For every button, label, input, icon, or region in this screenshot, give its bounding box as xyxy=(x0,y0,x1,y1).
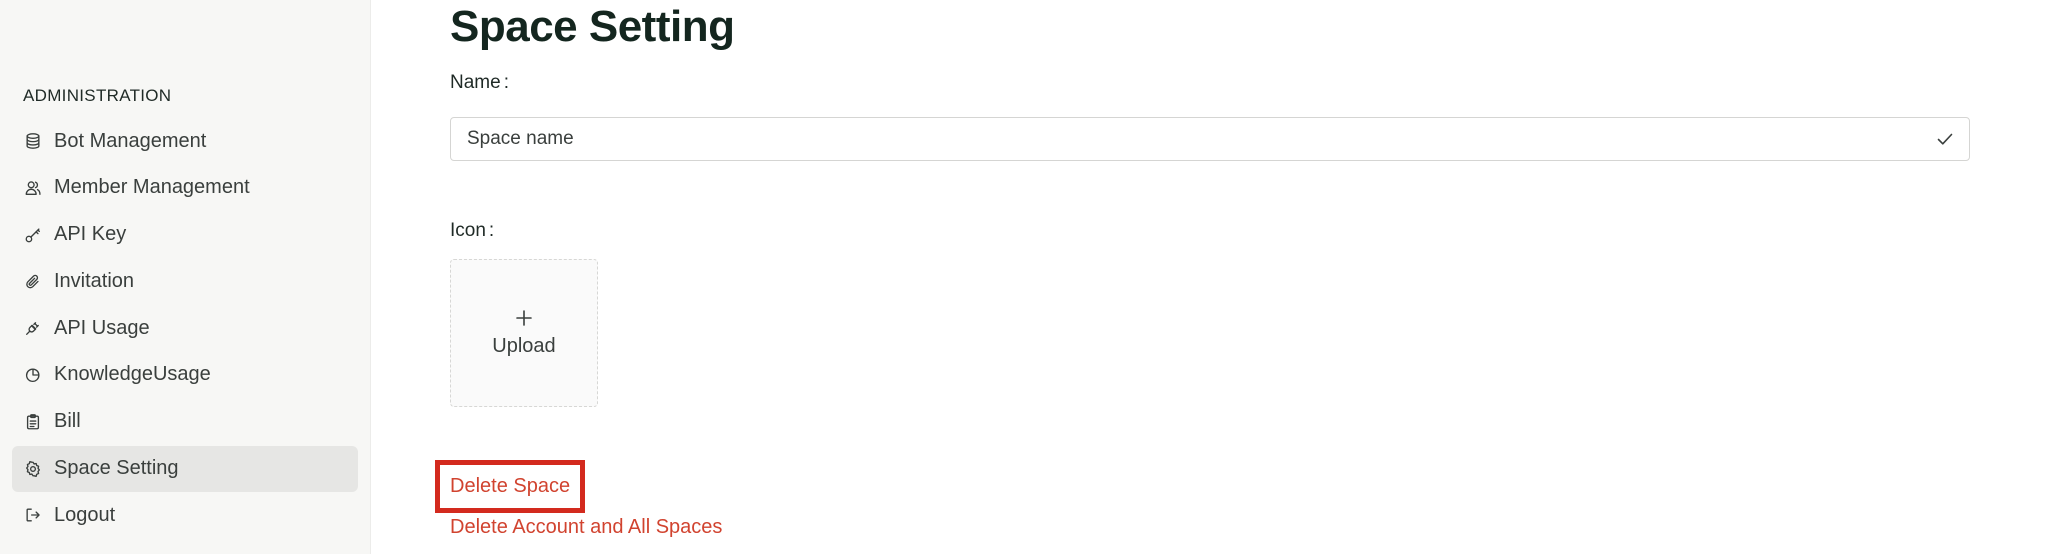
sidebar-item-logout[interactable]: Logout xyxy=(12,492,358,538)
sidebar-item-api-key[interactable]: API Key xyxy=(12,212,358,258)
app-window: ADMINISTRATION Bot Management Member Man… xyxy=(0,0,2048,554)
gear-icon xyxy=(23,459,43,479)
chart-circle-icon xyxy=(23,365,43,385)
sidebar-item-label: Invitation xyxy=(54,269,135,292)
check-icon[interactable] xyxy=(1935,129,1955,149)
sidebar-nav: Bot Management Member Management API Key… xyxy=(12,118,358,539)
sidebar-item-label: Member Management xyxy=(54,176,250,199)
sidebar-item-api-usage[interactable]: API Usage xyxy=(12,305,358,351)
space-name-input[interactable] xyxy=(467,118,1917,160)
sidebar-item-knowledge-usage[interactable]: KnowledgeUsage xyxy=(12,352,358,398)
sidebar-item-member-management[interactable]: Member Management xyxy=(12,165,358,211)
name-label-text: Name xyxy=(450,72,501,93)
key-icon xyxy=(23,225,43,245)
sidebar-item-bot-management[interactable]: Bot Management xyxy=(12,118,358,164)
plus-icon xyxy=(515,309,533,327)
sidebar: ADMINISTRATION Bot Management Member Man… xyxy=(0,0,371,554)
sidebar-item-label: API Key xyxy=(54,223,127,246)
database-icon xyxy=(23,131,43,151)
sidebar-item-label: Bot Management xyxy=(54,129,207,152)
name-label-colon: : xyxy=(503,72,509,93)
upload-label: Upload xyxy=(492,334,556,357)
sidebar-item-bill[interactable]: Bill xyxy=(12,399,358,445)
users-icon xyxy=(23,178,43,198)
sidebar-item-label: Bill xyxy=(54,410,81,433)
sidebar-item-label: Logout xyxy=(54,503,116,526)
sidebar-item-label: Space Setting xyxy=(54,457,179,480)
icon-label-colon: : xyxy=(488,220,495,241)
main-content: Space Setting Name: Icon: Upload Delete … xyxy=(450,0,1970,554)
name-field-label: Name: xyxy=(450,72,509,94)
sidebar-section-label: ADMINISTRATION xyxy=(23,86,172,105)
sidebar-item-label: KnowledgeUsage xyxy=(54,363,211,386)
sidebar-item-label: API Usage xyxy=(54,316,150,339)
logout-icon xyxy=(23,505,43,525)
page-title: Space Setting xyxy=(450,2,735,51)
clipboard-icon xyxy=(23,412,43,432)
paperclip-icon xyxy=(23,271,43,291)
name-field xyxy=(450,117,1970,161)
delete-account-link[interactable]: Delete Account and All Spaces xyxy=(450,516,722,539)
sidebar-item-space-setting[interactable]: Space Setting xyxy=(12,445,358,492)
icon-upload-button[interactable]: Upload xyxy=(450,259,598,407)
plug-icon xyxy=(23,318,43,338)
highlight-box xyxy=(435,460,585,513)
icon-field-label: Icon: xyxy=(450,220,494,242)
sidebar-item-invitation[interactable]: Invitation xyxy=(12,258,358,304)
icon-label-text: Icon xyxy=(450,220,486,241)
